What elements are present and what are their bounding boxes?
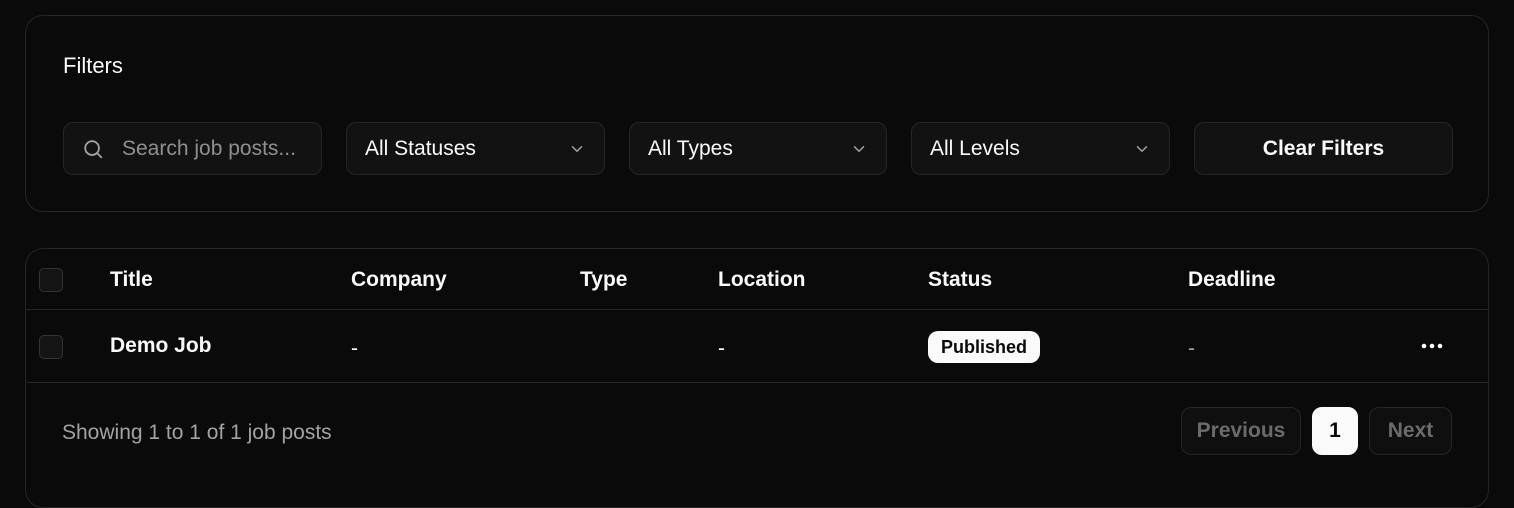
more-horizontal-icon	[1421, 343, 1443, 349]
type-select[interactable]: All Types	[629, 122, 887, 175]
location-cell: -	[718, 337, 725, 360]
column-header-location[interactable]: Location	[718, 268, 806, 292]
search-input[interactable]	[122, 136, 312, 161]
row-checkbox[interactable]	[39, 335, 63, 359]
chevron-down-icon	[571, 145, 583, 152]
company-cell: -	[351, 337, 358, 360]
column-header-company[interactable]: Company	[351, 268, 447, 292]
clear-filters-button[interactable]: Clear Filters	[1194, 122, 1453, 175]
search-field[interactable]	[63, 122, 322, 175]
job-title[interactable]: Demo Job	[110, 334, 212, 358]
column-header-deadline[interactable]: Deadline	[1188, 268, 1276, 292]
level-select[interactable]: All Levels	[911, 122, 1170, 175]
table-row[interactable]: Demo Job - - Published -	[26, 310, 1488, 383]
row-actions-button[interactable]	[1418, 334, 1446, 358]
column-header-status[interactable]: Status	[928, 268, 992, 292]
status-select[interactable]: All Statuses	[346, 122, 605, 175]
status-badge: Published	[928, 331, 1041, 363]
select-all-checkbox[interactable]	[39, 268, 63, 292]
page-number-button[interactable]: 1	[1312, 407, 1358, 455]
level-select-value: All Levels	[930, 136, 1020, 160]
column-header-type[interactable]: Type	[580, 268, 627, 292]
column-header-title[interactable]: Title	[110, 268, 153, 292]
deadline-cell: -	[1188, 337, 1195, 360]
type-select-value: All Types	[648, 136, 733, 160]
status-select-value: All Statuses	[365, 136, 476, 160]
job-posts-table: Title Company Type Location Status Deadl…	[25, 248, 1489, 508]
filters-card: Filters All Statuses All Types All Level…	[25, 15, 1489, 212]
chevron-down-icon	[1136, 145, 1148, 152]
search-icon	[84, 139, 103, 158]
next-page-button[interactable]: Next	[1369, 407, 1452, 455]
previous-page-button[interactable]: Previous	[1181, 407, 1301, 455]
table-header: Title Company Type Location Status Deadl…	[26, 249, 1488, 310]
filters-title: Filters	[63, 53, 123, 78]
pagination-summary: Showing 1 to 1 of 1 job posts	[62, 421, 332, 444]
chevron-down-icon	[853, 145, 865, 152]
